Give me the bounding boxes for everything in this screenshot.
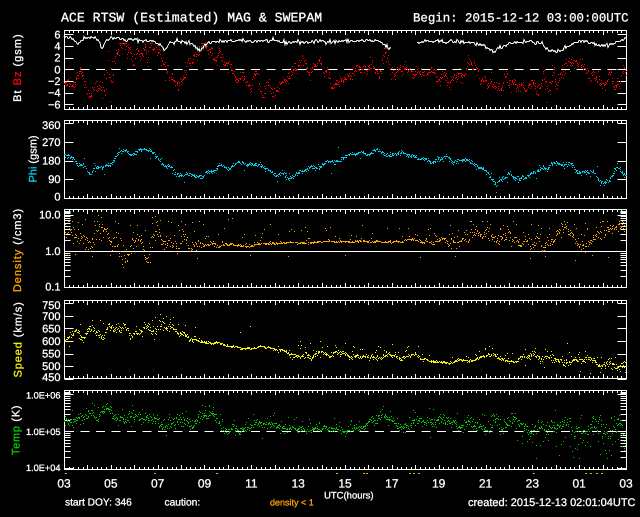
svg-text:650: 650: [42, 323, 60, 335]
svg-text:21: 21: [479, 477, 493, 491]
svg-text:Temp (K): Temp (K): [11, 405, 23, 455]
svg-text:1.0E+05: 1.0E+05: [26, 427, 61, 437]
svg-text:0: 0: [54, 64, 60, 76]
svg-text:10.0: 10.0: [39, 210, 60, 222]
svg-text:180: 180: [42, 156, 60, 168]
svg-text:caution:: caution:: [165, 498, 201, 509]
svg-text:Bt Bz (gsm): Bt Bz (gsm): [12, 33, 24, 101]
svg-text:Density (/cm3): Density (/cm3): [12, 208, 24, 292]
svg-text:450: 450: [42, 372, 60, 384]
svg-text:01: 01: [572, 477, 586, 491]
svg-text:2: 2: [54, 53, 60, 65]
svg-text:700: 700: [42, 311, 60, 323]
svg-text:600: 600: [42, 336, 60, 348]
svg-text:4: 4: [54, 41, 60, 53]
svg-text:Begin: 2015-12-12 03:00:00UTC: Begin: 2015-12-12 03:00:00UTC: [413, 12, 629, 26]
svg-text:05: 05: [104, 477, 118, 491]
svg-text:−2: −2: [48, 76, 61, 88]
svg-text:03: 03: [619, 477, 633, 491]
svg-text:Phi (gsm): Phi (gsm): [27, 135, 39, 182]
svg-text:density < 1: density < 1: [270, 498, 314, 508]
svg-text:UTC(hours): UTC(hours): [324, 491, 374, 502]
svg-text:23: 23: [526, 477, 540, 491]
svg-text:07: 07: [151, 477, 165, 491]
svg-text:13: 13: [291, 477, 305, 491]
svg-text:−4: −4: [48, 88, 61, 100]
svg-text:03: 03: [57, 477, 71, 491]
svg-text:19: 19: [432, 477, 446, 491]
svg-text:Speed (km/s): Speed (km/s): [13, 301, 25, 377]
svg-text:11: 11: [245, 477, 258, 491]
svg-text:550: 550: [42, 349, 60, 361]
svg-text:1.0E+06: 1.0E+06: [26, 390, 61, 400]
svg-text:360: 360: [42, 120, 60, 132]
svg-text:09: 09: [198, 477, 212, 491]
svg-text:500: 500: [42, 361, 60, 373]
svg-text:ACE RTSW (Estimated) MAG & SWE: ACE RTSW (Estimated) MAG & SWEPAM: [61, 11, 322, 26]
svg-text:6: 6: [54, 29, 60, 41]
svg-text:270: 270: [42, 137, 60, 149]
svg-text:1.0E+04: 1.0E+04: [26, 463, 61, 473]
svg-text:0.1: 0.1: [45, 281, 60, 293]
svg-text:15: 15: [338, 477, 352, 491]
svg-text:start DOY: 346: start DOY: 346: [65, 498, 132, 509]
svg-text:1.0: 1.0: [45, 246, 60, 258]
svg-text:−6: −6: [48, 99, 61, 111]
svg-text:0: 0: [54, 191, 60, 203]
svg-text:750: 750: [42, 300, 60, 312]
svg-text:90: 90: [48, 174, 60, 186]
svg-text:created: 2015-12-13 02:01:04UT: created: 2015-12-13 02:01:04UTC: [468, 497, 636, 509]
svg-text:17: 17: [385, 477, 399, 491]
